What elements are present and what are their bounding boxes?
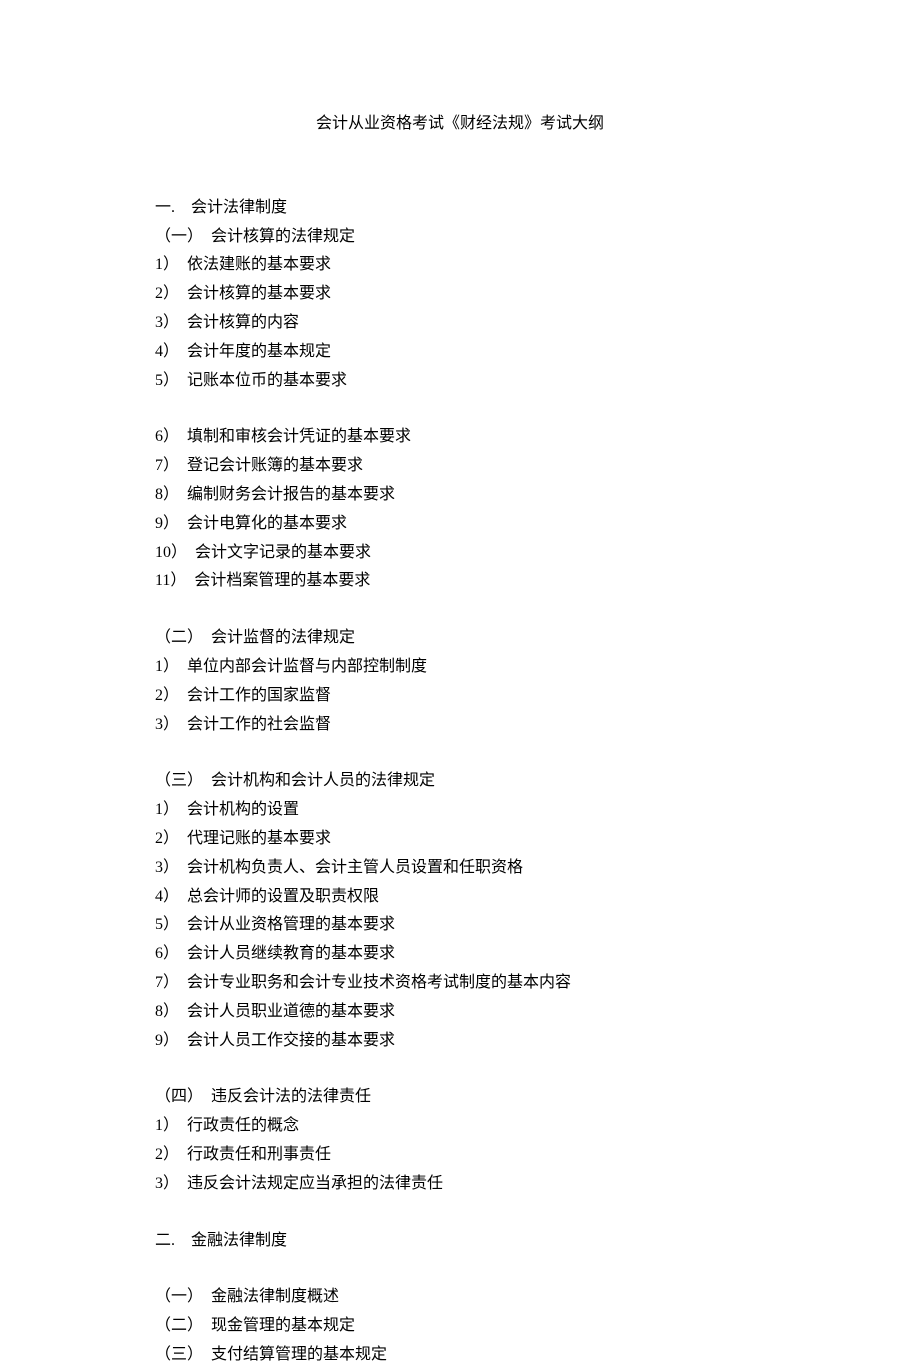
list-item: 2） 代理记账的基本要求	[155, 825, 765, 854]
document-title: 会计从业资格考试《财经法规》考试大纲	[155, 110, 765, 139]
blank-line	[155, 395, 765, 423]
list-item: 1） 单位内部会计监督与内部控制制度	[155, 653, 765, 682]
list-item: 6） 填制和审核会计凭证的基本要求	[155, 423, 765, 452]
list-item: 3） 会计核算的内容	[155, 309, 765, 338]
subsection-heading: （一） 会计核算的法律规定	[155, 223, 765, 252]
list-item: 2） 会计工作的国家监督	[155, 682, 765, 711]
list-item: 10） 会计文字记录的基本要求	[155, 539, 765, 568]
list-item: 5） 记账本位币的基本要求	[155, 367, 765, 396]
list-item: 1） 依法建账的基本要求	[155, 251, 765, 280]
list-item: 2） 行政责任和刑事责任	[155, 1141, 765, 1170]
section-heading: 一. 会计法律制度	[155, 194, 765, 223]
list-item: （一） 金融法律制度概述	[155, 1283, 765, 1312]
section-heading: 二. 金融法律制度	[155, 1227, 765, 1256]
list-item: 3） 会计机构负责人、会计主管人员设置和任职资格	[155, 854, 765, 883]
list-item: 8） 会计人员职业道德的基本要求	[155, 998, 765, 1027]
document-page: 会计从业资格考试《财经法规》考试大纲 一. 会计法律制度 （一） 会计核算的法律…	[0, 0, 920, 1370]
list-item: 2） 会计核算的基本要求	[155, 280, 765, 309]
blank-line	[155, 1055, 765, 1083]
subsection-heading: （三） 会计机构和会计人员的法律规定	[155, 767, 765, 796]
list-item: 9） 会计电算化的基本要求	[155, 510, 765, 539]
list-item: 1） 行政责任的概念	[155, 1112, 765, 1141]
list-item: 9） 会计人员工作交接的基本要求	[155, 1027, 765, 1056]
blank-line	[155, 1255, 765, 1283]
list-item: 4） 会计年度的基本规定	[155, 338, 765, 367]
list-item: 7） 会计专业职务和会计专业技术资格考试制度的基本内容	[155, 969, 765, 998]
subsection-heading: （四） 违反会计法的法律责任	[155, 1083, 765, 1112]
list-item: 4） 总会计师的设置及职责权限	[155, 883, 765, 912]
list-item: 3） 违反会计法规定应当承担的法律责任	[155, 1170, 765, 1199]
list-item: 7） 登记会计账簿的基本要求	[155, 452, 765, 481]
list-item: 3） 会计工作的社会监督	[155, 711, 765, 740]
blank-line	[155, 739, 765, 767]
list-item: 8） 编制财务会计报告的基本要求	[155, 481, 765, 510]
list-item: 5） 会计从业资格管理的基本要求	[155, 911, 765, 940]
list-item: （三） 支付结算管理的基本规定	[155, 1341, 765, 1370]
list-item: 11） 会计档案管理的基本要求	[155, 567, 765, 596]
subsection-heading: （二） 会计监督的法律规定	[155, 624, 765, 653]
list-item: 1） 会计机构的设置	[155, 796, 765, 825]
blank-line	[155, 1199, 765, 1227]
blank-line	[155, 596, 765, 624]
list-item: 6） 会计人员继续教育的基本要求	[155, 940, 765, 969]
list-item: （二） 现金管理的基本规定	[155, 1312, 765, 1341]
